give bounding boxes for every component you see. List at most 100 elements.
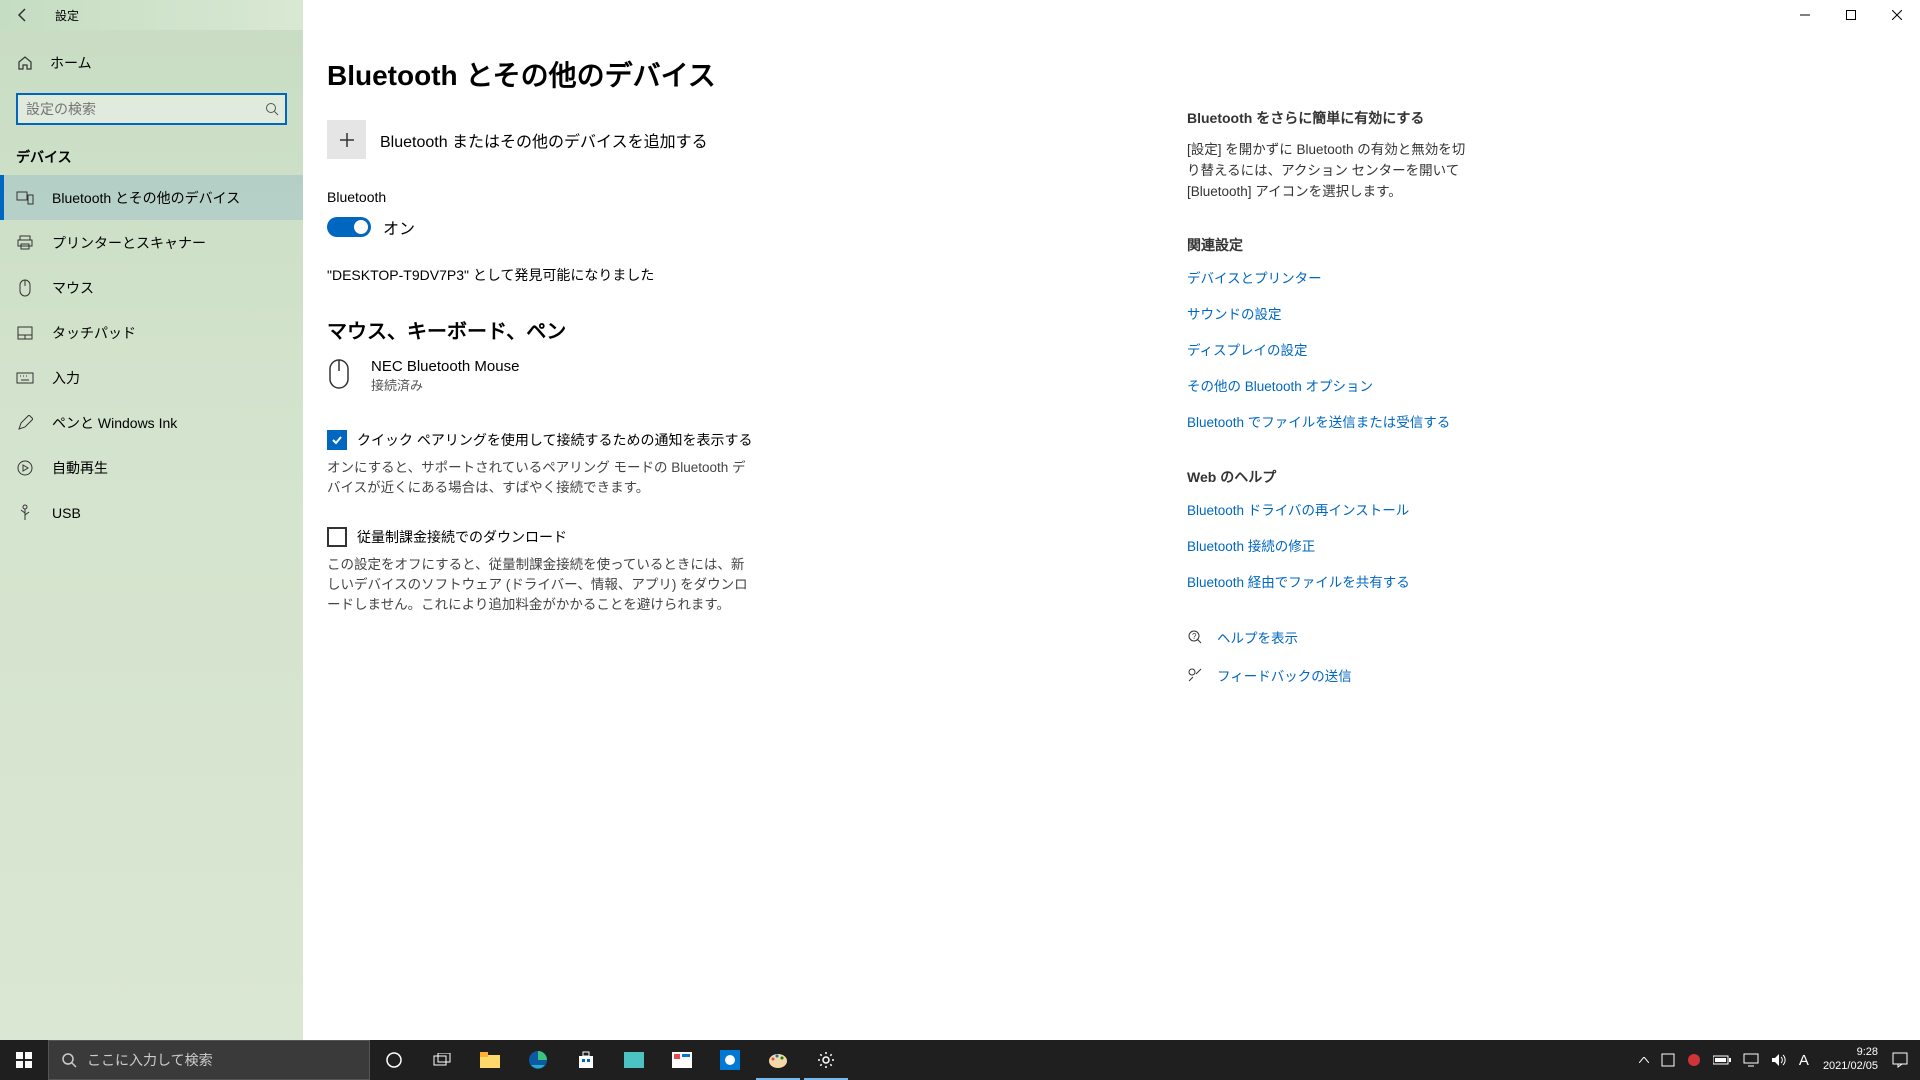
webhelp-heading: Web のヘルプ	[1187, 467, 1467, 487]
quick-pair-checkbox[interactable]	[327, 430, 347, 450]
mouse-icon	[16, 279, 34, 297]
link-display[interactable]: ディスプレイの設定	[1187, 339, 1467, 359]
add-device-label: Bluetooth またはその他のデバイスを追加する	[380, 128, 708, 152]
back-button[interactable]	[0, 0, 45, 30]
link-fix-connection[interactable]: Bluetooth 接続の修正	[1187, 535, 1467, 555]
feedback-icon	[1187, 667, 1203, 683]
mouse-icon	[327, 358, 355, 394]
tray-network-icon[interactable]	[1737, 1040, 1765, 1080]
help-icon: ?	[1187, 629, 1203, 645]
plus-icon	[327, 120, 366, 159]
device-item[interactable]: NEC Bluetooth Mouse 接続済み	[327, 358, 1187, 394]
link-devices-printers[interactable]: デバイスとプリンター	[1187, 267, 1467, 287]
device-name: NEC Bluetooth Mouse	[371, 358, 519, 375]
bluetooth-label: Bluetooth	[327, 189, 1187, 205]
link-bt-options[interactable]: その他の Bluetooth オプション	[1187, 375, 1467, 395]
sidebar: ホーム デバイス Bluetooth とその他のデバイス プリンターとスキャナー…	[0, 30, 303, 1040]
paint-icon[interactable]	[754, 1040, 802, 1080]
svg-text:?: ?	[1192, 632, 1197, 641]
app-icon-1[interactable]	[610, 1040, 658, 1080]
tray-antivirus-icon[interactable]	[1681, 1040, 1707, 1080]
clock-date: 2021/02/05	[1823, 1060, 1878, 1074]
touchpad-icon	[16, 324, 34, 342]
nav-label: 入力	[52, 368, 80, 388]
home-label: ホーム	[50, 53, 92, 73]
quick-pair-label: クイック ペアリングを使用して接続するための通知を表示する	[357, 430, 752, 450]
link-sound[interactable]: サウンドの設定	[1187, 303, 1467, 323]
printer-icon	[16, 234, 34, 252]
search-input[interactable]	[16, 93, 287, 125]
get-help-link[interactable]: ヘルプを表示	[1217, 627, 1298, 647]
page-title: Bluetooth とその他のデバイス	[327, 54, 1187, 94]
start-button[interactable]	[0, 1040, 48, 1080]
feedback-link[interactable]: フィードバックの送信	[1217, 665, 1352, 685]
link-bt-sendrecv[interactable]: Bluetooth でファイルを送信または受信する	[1187, 411, 1467, 431]
close-button[interactable]	[1874, 0, 1920, 30]
taskview-icon[interactable]	[418, 1040, 466, 1080]
add-device-button[interactable]: Bluetooth またはその他のデバイスを追加する	[327, 120, 1187, 159]
nav-label: 自動再生	[52, 458, 108, 478]
metered-description: この設定をオフにすると、従量制課金接続を使っているときには、新しいデバイスのソフ…	[327, 555, 757, 616]
main-content: Bluetooth とその他のデバイス Bluetooth またはその他のデバイ…	[327, 54, 1187, 1040]
quick-pair-description: オンにすると、サポートされているペアリング モードの Bluetooth デバイ…	[327, 458, 757, 499]
nav-label: Bluetooth とその他のデバイス	[52, 188, 240, 208]
device-status: 接続済み	[371, 375, 519, 394]
devices-icon	[16, 189, 34, 207]
nav-label: ペンと Windows Ink	[52, 413, 177, 433]
tray-notifications-icon[interactable]	[1886, 1040, 1914, 1080]
sidebar-category: デバイス	[0, 133, 303, 175]
settings-icon[interactable]	[802, 1040, 850, 1080]
minimize-button[interactable]	[1782, 0, 1828, 30]
tray-battery-icon[interactable]	[1707, 1040, 1737, 1080]
store-icon[interactable]	[562, 1040, 610, 1080]
link-share-files[interactable]: Bluetooth 経由でファイルを共有する	[1187, 571, 1467, 591]
taskbar-search[interactable]: ここに入力して検索	[48, 1040, 370, 1080]
tray-clock[interactable]: 9:28 2021/02/05	[1815, 1046, 1886, 1074]
sidebar-item-autoplay[interactable]: 自動再生	[0, 445, 303, 490]
window-title: 設定	[45, 7, 79, 24]
maximize-button[interactable]	[1828, 0, 1874, 30]
nav-label: USB	[52, 505, 81, 521]
autoplay-icon	[16, 459, 34, 477]
search-icon	[265, 102, 279, 116]
sidebar-item-typing[interactable]: 入力	[0, 355, 303, 400]
device-group-heading: マウス、キーボード、ペン	[327, 315, 1187, 344]
titlebar: 設定	[0, 0, 1920, 30]
pen-icon	[16, 414, 34, 432]
home-icon	[16, 54, 34, 72]
explorer-icon[interactable]	[466, 1040, 514, 1080]
cortana-icon[interactable]	[370, 1040, 418, 1080]
discoverable-text: "DESKTOP-T9DV7P3" として発見可能になりました	[327, 265, 1187, 285]
sidebar-item-pen[interactable]: ペンと Windows Ink	[0, 400, 303, 445]
tray-chevron-icon[interactable]	[1633, 1040, 1655, 1080]
tray-volume-icon[interactable]	[1765, 1040, 1793, 1080]
right-pane: Bluetooth をさらに簡単に有効にする [設定] を開かずに Blueto…	[1187, 54, 1467, 1040]
sidebar-item-bluetooth[interactable]: Bluetooth とその他のデバイス	[0, 175, 303, 220]
taskbar-search-placeholder: ここに入力して検索	[87, 1050, 213, 1070]
related-heading: 関連設定	[1187, 235, 1467, 255]
bluetooth-toggle[interactable]	[327, 217, 371, 237]
app-icon-3[interactable]	[706, 1040, 754, 1080]
taskbar: ここに入力して検索 A 9:28 2021/02/05	[0, 1040, 1920, 1080]
clock-time: 9:28	[1823, 1046, 1878, 1060]
tray-icon[interactable]	[1655, 1040, 1681, 1080]
tray-ime-icon[interactable]: A	[1793, 1040, 1815, 1080]
nav-label: タッチパッド	[52, 323, 136, 343]
usb-icon	[16, 504, 34, 522]
sidebar-item-touchpad[interactable]: タッチパッド	[0, 310, 303, 355]
tip-text: [設定] を開かずに Bluetooth の有効と無効を切り替えるには、アクショ…	[1187, 140, 1467, 203]
keyboard-icon	[16, 369, 34, 387]
sidebar-item-printers[interactable]: プリンターとスキャナー	[0, 220, 303, 265]
metered-checkbox[interactable]	[327, 527, 347, 547]
metered-label: 従量制課金接続でのダウンロード	[357, 527, 567, 547]
link-reinstall-driver[interactable]: Bluetooth ドライバの再インストール	[1187, 499, 1467, 519]
nav-label: プリンターとスキャナー	[52, 233, 206, 253]
tip-heading: Bluetooth をさらに簡単に有効にする	[1187, 108, 1467, 128]
home-button[interactable]: ホーム	[0, 40, 303, 85]
edge-icon[interactable]	[514, 1040, 562, 1080]
app-icon-2[interactable]	[658, 1040, 706, 1080]
nav-label: マウス	[52, 278, 94, 298]
sidebar-item-usb[interactable]: USB	[0, 490, 303, 535]
bluetooth-state: オン	[383, 215, 415, 239]
sidebar-item-mouse[interactable]: マウス	[0, 265, 303, 310]
